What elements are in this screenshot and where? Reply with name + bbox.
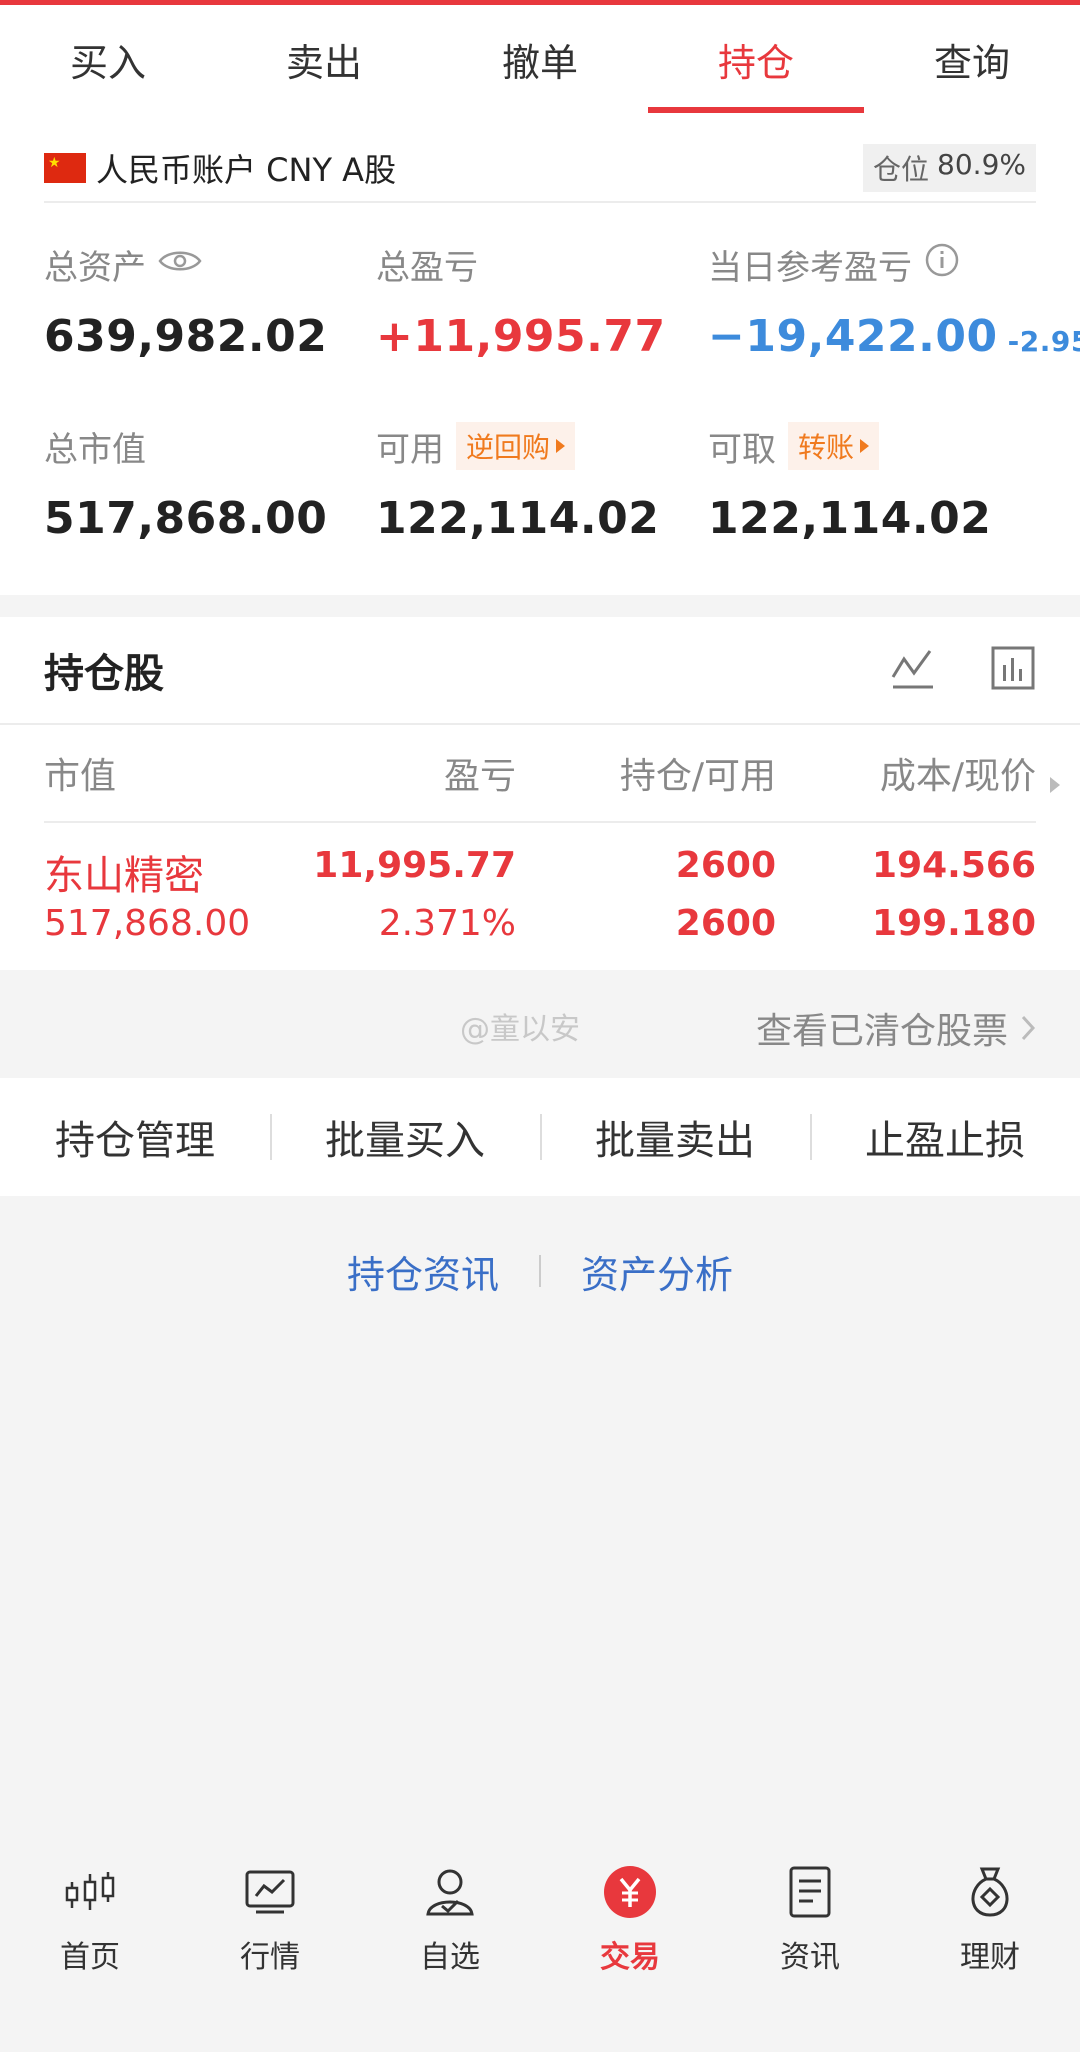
withdrawable-cell: 可取 转账 122,114.02 — [708, 422, 992, 544]
total-pnl-label: 总盈亏 — [376, 247, 478, 288]
total-assets-value: 639,982.02 — [44, 311, 328, 362]
tab-query[interactable]: 查询 — [864, 5, 1080, 113]
stock-cost: 194.566 — [872, 845, 1036, 886]
stock-price: 199.180 — [872, 903, 1036, 944]
trend-line-icon[interactable] — [890, 645, 936, 695]
info-icon[interactable] — [924, 242, 960, 287]
nav-home-label: 首页 — [60, 1940, 120, 1975]
tab-sell[interactable]: 卖出 — [216, 5, 432, 113]
position-ratio-badge: 仓位 80.9% — [863, 144, 1036, 192]
position-ratio-label: 仓位 — [873, 153, 930, 186]
stock-market-value: 517,868.00 — [44, 903, 251, 944]
total-assets-label: 总资产 — [44, 247, 146, 288]
daily-pnl-cell: 当日参考盈亏 −19,422.00 -2.95% — [708, 241, 1080, 362]
info-links: 持仓资讯 资产分析 — [0, 1236, 1080, 1306]
bottom-nav: 首页 行情 自选 交易 资讯 理财 — [0, 1838, 1080, 2052]
daily-pnl-value: −19,422.00 — [708, 311, 998, 362]
nav-watchlist-label: 自选 — [420, 1940, 480, 1975]
withdrawable-label: 可取 — [708, 429, 776, 470]
total-pnl-value: +11,995.77 — [376, 311, 666, 362]
batch-buy-button[interactable]: 批量买入 — [270, 1078, 540, 1196]
candlestick-icon — [60, 1862, 120, 1922]
stock-pnl: 11,995.77 — [313, 845, 516, 886]
watermark-text: @童以安 — [460, 1012, 580, 1047]
available-value: 122,114.02 — [376, 493, 660, 544]
col-market-value: 市值 — [44, 756, 117, 797]
col-cost-price[interactable]: 成本/现价 — [880, 747, 1036, 799]
manage-holdings-button[interactable]: 持仓管理 — [0, 1078, 270, 1196]
trade-tabs: 买入 卖出 撤单 持仓 查询 — [0, 5, 1080, 113]
available-label: 可用 — [376, 429, 444, 470]
available-cell: 可用 逆回购 122,114.02 — [376, 422, 660, 544]
user-check-icon — [420, 1862, 480, 1922]
tab-cancel[interactable]: 撤单 — [432, 5, 648, 113]
chart-icon — [240, 1862, 300, 1922]
col-position: 持仓/可用 — [619, 756, 776, 797]
market-value-cell: 总市值 517,868.00 — [44, 423, 328, 545]
document-icon — [780, 1862, 840, 1922]
nav-news[interactable]: 资讯 — [720, 1838, 900, 2052]
cleared-stocks-row: @童以安 查看已清仓股票 — [0, 970, 1080, 1076]
market-value-label: 总市值 — [44, 429, 146, 470]
chevron-right-icon[interactable] — [1048, 763, 1062, 804]
daily-pnl-percent: -2.95% — [1007, 325, 1080, 358]
asset-analysis-link[interactable]: 资产分析 — [581, 1244, 733, 1299]
holdings-section: 持仓股 市值 盈亏 持仓/可用 成本/现价 东山精密 517,868.00 11… — [0, 617, 1080, 970]
transfer-button[interactable]: 转账 — [788, 422, 880, 470]
nav-wealth[interactable]: 理财 — [900, 1838, 1080, 2052]
nav-home[interactable]: 首页 — [0, 1838, 180, 2052]
nav-news-label: 资讯 — [780, 1940, 840, 1975]
holdings-news-link[interactable]: 持仓资讯 — [347, 1244, 499, 1299]
account-row: 人民币账户 CNY A股 仓位 80.9% — [44, 135, 1036, 203]
reverse-repo-button[interactable]: 逆回购 — [456, 422, 576, 470]
account-name: 人民币账户 CNY A股 — [96, 151, 397, 189]
batch-sell-button[interactable]: 批量卖出 — [540, 1078, 810, 1196]
yuan-icon — [600, 1862, 660, 1922]
col-pnl: 盈亏 — [443, 756, 516, 797]
bar-chart-icon[interactable] — [990, 645, 1036, 695]
eye-icon[interactable] — [158, 244, 202, 284]
holdings-actions-bar: 持仓管理 批量买入 批量卖出 止盈止损 — [0, 1078, 1080, 1196]
holdings-column-header: 市值 盈亏 持仓/可用 成本/现价 — [44, 725, 1060, 823]
moneybag-icon — [960, 1862, 1020, 1922]
nav-watchlist[interactable]: 自选 — [360, 1838, 540, 2052]
cleared-stocks-link[interactable]: 查看已清仓股票 — [756, 1002, 1036, 1054]
stock-position: 2600 — [675, 845, 776, 886]
chevron-right-icon — [1021, 1015, 1036, 1041]
tab-holdings[interactable]: 持仓 — [648, 5, 864, 113]
china-flag-icon — [44, 153, 86, 183]
account-panel: 人民币账户 CNY A股 仓位 80.9% 总资产 639,982.02 总盈亏… — [0, 113, 1080, 595]
position-ratio-value: 80.9% — [937, 148, 1026, 181]
stock-available: 2600 — [675, 903, 776, 944]
link-divider — [539, 1255, 541, 1287]
nav-trade[interactable]: 交易 — [540, 1838, 720, 2052]
cleared-stocks-label: 查看已清仓股票 — [755, 1011, 1008, 1052]
holdings-title: 持仓股 — [44, 651, 164, 697]
total-assets-cell: 总资产 639,982.02 — [44, 241, 328, 363]
stop-loss-button[interactable]: 止盈止损 — [810, 1078, 1080, 1196]
tab-buy[interactable]: 买入 — [0, 5, 216, 113]
market-value-value: 517,868.00 — [44, 493, 328, 544]
stock-name: 东山精密 — [44, 853, 204, 899]
nav-wealth-label: 理财 — [960, 1940, 1020, 1975]
withdrawable-value: 122,114.02 — [708, 493, 992, 544]
stock-pnl-percent: 2.371% — [378, 903, 516, 944]
nav-market[interactable]: 行情 — [180, 1838, 360, 2052]
total-pnl-cell: 总盈亏 +11,995.77 — [376, 241, 666, 363]
daily-pnl-label: 当日参考盈亏 — [708, 247, 912, 288]
nav-trade-label: 交易 — [600, 1940, 660, 1975]
nav-market-label: 行情 — [240, 1940, 300, 1975]
table-row[interactable]: 东山精密 517,868.00 11,995.77 2.371% 2600 26… — [44, 823, 1036, 969]
